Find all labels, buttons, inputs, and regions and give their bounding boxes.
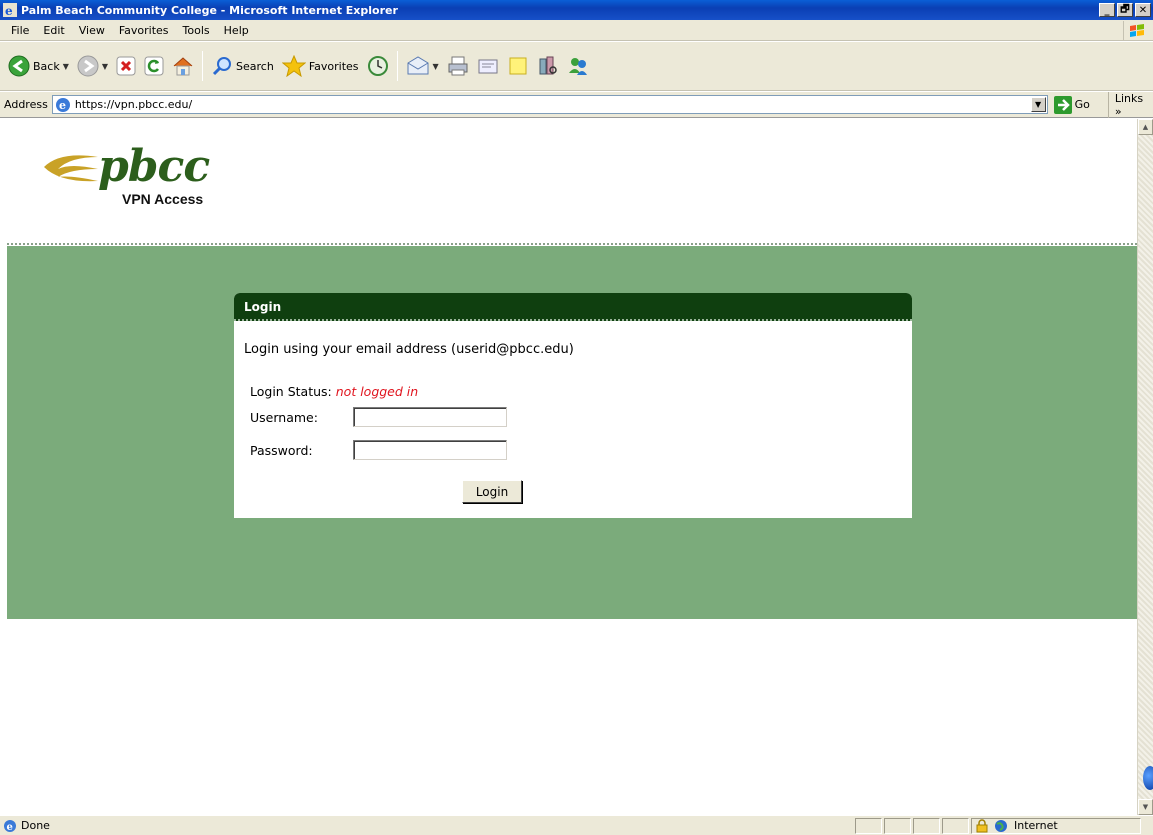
address-dropdown-icon[interactable]: ▼ xyxy=(1030,97,1046,112)
menu-help[interactable]: Help xyxy=(217,24,256,37)
mail-icon xyxy=(407,56,429,75)
history-button[interactable] xyxy=(363,46,393,86)
scroll-up-icon[interactable]: ▲ xyxy=(1138,119,1153,135)
back-arrow-icon xyxy=(8,55,30,77)
refresh-icon xyxy=(144,56,164,76)
password-label: Password: xyxy=(250,443,313,458)
page-content: pbcc VPN Access Login Login using your e… xyxy=(0,119,1137,815)
logo-swoosh-icon xyxy=(44,155,98,182)
address-url[interactable]: https://vpn.pbcc.edu/ xyxy=(75,98,192,111)
logo-text: pbcc xyxy=(98,141,210,192)
ie-icon: e xyxy=(3,3,17,17)
edit-page-icon xyxy=(478,59,498,74)
internet-globe-icon xyxy=(995,819,1007,832)
back-label: Back xyxy=(33,59,60,73)
mail-button[interactable]: ▼ xyxy=(402,46,443,86)
menu-edit[interactable]: Edit xyxy=(36,24,71,37)
menu-view[interactable]: View xyxy=(72,24,112,37)
login-status-value: not logged in xyxy=(335,384,419,399)
toolbar: Back ▼ ▼ Search Favorites ▼ xyxy=(0,42,1153,91)
windows-logo-icon xyxy=(1123,21,1149,40)
username-label: Username: xyxy=(250,410,318,425)
password-input[interactable] xyxy=(353,440,507,460)
note-icon xyxy=(509,57,527,75)
login-header: Login xyxy=(234,293,912,321)
login-button[interactable]: Login xyxy=(462,480,522,503)
status-main: e Done xyxy=(0,819,853,833)
svg-text:e: e xyxy=(59,99,66,112)
messenger-icon xyxy=(568,58,587,75)
favorites-button[interactable]: Favorites xyxy=(278,46,363,86)
logo-subtitle: VPN Access xyxy=(122,191,204,207)
scroll-down-icon[interactable]: ▼ xyxy=(1138,799,1153,815)
forward-button[interactable]: ▼ xyxy=(73,46,112,86)
globe-icon xyxy=(1143,766,1153,790)
go-arrow-icon xyxy=(1053,95,1072,114)
pbcc-logo: pbcc VPN Access xyxy=(40,141,260,221)
search-label: Search xyxy=(236,59,274,73)
status-bar: e Done Internet xyxy=(0,815,1153,835)
status-cell xyxy=(855,817,882,834)
toolbar-separator xyxy=(202,51,204,81)
title-bar: e Palm Beach Community College - Microso… xyxy=(0,0,1153,20)
address-bar: Address e https://vpn.pbcc.edu/ ▼ Go Lin… xyxy=(0,91,1153,118)
refresh-button[interactable] xyxy=(140,46,168,86)
favorites-star-icon xyxy=(281,55,306,77)
toolbar-separator xyxy=(396,51,398,81)
discuss-button[interactable] xyxy=(503,46,533,86)
window-title: Palm Beach Community College - Microsoft… xyxy=(21,3,398,17)
stop-button[interactable] xyxy=(112,46,140,86)
status-cell xyxy=(942,817,969,834)
security-zone[interactable]: Internet xyxy=(971,817,1141,834)
menu-bar: File Edit View Favorites Tools Help xyxy=(0,20,1153,41)
lock-icon xyxy=(976,818,988,832)
address-label: Address xyxy=(4,98,48,111)
svg-text:e: e xyxy=(7,822,13,833)
stop-icon xyxy=(116,56,136,76)
print-button[interactable] xyxy=(443,46,473,86)
home-button[interactable] xyxy=(168,46,198,86)
status-text: Done xyxy=(21,819,50,832)
search-icon xyxy=(212,57,232,76)
address-field[interactable]: e https://vpn.pbcc.edu/ ▼ xyxy=(51,95,1048,114)
status-cell xyxy=(913,817,940,834)
page-done-icon: e xyxy=(4,819,16,833)
mail-dropdown-icon[interactable]: ▼ xyxy=(433,62,439,71)
research-button[interactable] xyxy=(533,46,563,86)
print-icon xyxy=(448,56,468,76)
status-cell xyxy=(884,817,911,834)
back-dropdown-icon[interactable]: ▼ xyxy=(63,62,69,71)
home-icon xyxy=(173,57,193,76)
menu-tools[interactable]: Tools xyxy=(176,24,217,37)
svg-text:e: e xyxy=(5,4,13,17)
go-button[interactable]: Go xyxy=(1053,95,1090,114)
login-description: Login using your email address (userid@p… xyxy=(244,342,574,357)
login-status-label: Login Status: xyxy=(250,384,332,399)
search-button[interactable]: Search xyxy=(207,46,278,86)
forward-arrow-icon xyxy=(77,55,99,77)
header-divider xyxy=(7,243,1137,245)
go-label: Go xyxy=(1074,98,1090,111)
menu-favorites[interactable]: Favorites xyxy=(112,24,176,37)
favorites-label: Favorites xyxy=(308,59,359,73)
menu-file[interactable]: File xyxy=(4,24,36,37)
window-controls: _ 🗗 ✕ xyxy=(1099,3,1151,17)
zone-label: Internet xyxy=(1014,819,1058,832)
forward-dropdown-icon[interactable]: ▼ xyxy=(102,62,108,71)
login-panel: Login Login using your email address (us… xyxy=(234,293,912,518)
restore-button[interactable]: 🗗 xyxy=(1117,3,1133,17)
back-button[interactable]: Back ▼ xyxy=(4,46,73,86)
research-icon xyxy=(539,56,557,75)
vertical-scrollbar[interactable]: ▲ ▼ xyxy=(1137,119,1153,815)
close-button[interactable]: ✕ xyxy=(1135,3,1151,17)
username-input[interactable] xyxy=(353,407,507,427)
messenger-button[interactable] xyxy=(563,46,593,86)
page-icon: e xyxy=(55,97,70,112)
edit-button[interactable] xyxy=(473,46,503,86)
login-status-row: Login Status: not logged in xyxy=(250,384,418,399)
links-button[interactable]: Links » xyxy=(1107,91,1153,118)
history-icon xyxy=(367,56,388,76)
minimize-button[interactable]: _ xyxy=(1099,3,1115,17)
